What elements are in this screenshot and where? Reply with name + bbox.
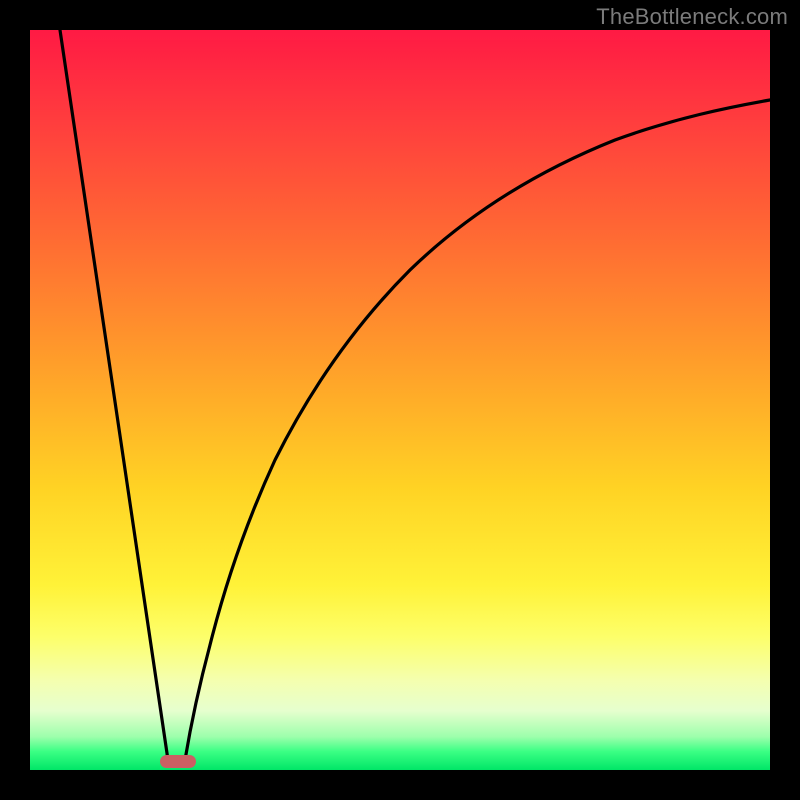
chart-curves-svg <box>30 30 770 770</box>
left-branch-line <box>60 30 168 760</box>
chart-plot-area <box>30 30 770 770</box>
watermark-text: TheBottleneck.com <box>596 4 788 30</box>
right-branch-line <box>185 100 770 760</box>
minimum-marker <box>160 755 196 768</box>
